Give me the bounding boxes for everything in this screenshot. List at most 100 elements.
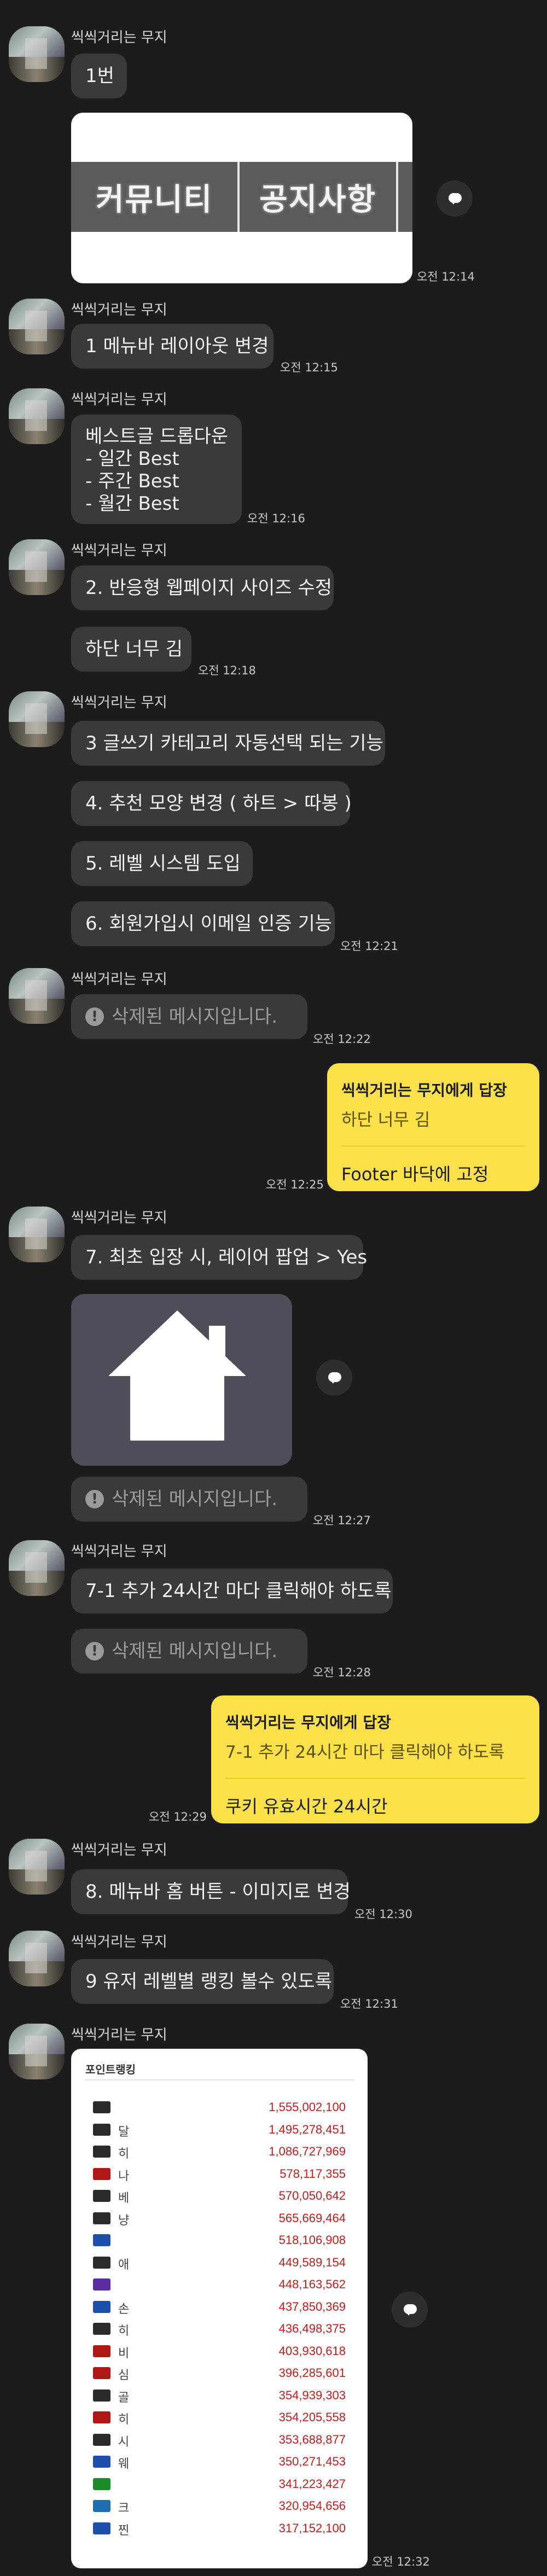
sender-name: 씩씩거리는 무지 [71, 2027, 167, 2043]
message-bubble[interactable]: 하단 너무 김 [71, 627, 191, 672]
message-bubble[interactable]: 4. 추천 모양 변경 ( 하트 > 따봉 ) [71, 781, 352, 826]
ranking-points: 570,050,642 [278, 2189, 346, 2202]
ranking-row: 나 578,117,355 [93, 2164, 346, 2184]
ranking-row: 골 354,939,303 [93, 2385, 346, 2406]
ranking-row: 냥 565,669,464 [93, 2208, 346, 2229]
ranking-divider [84, 2079, 354, 2080]
ranking-points: 1,495,278,451 [269, 2122, 346, 2136]
timestamp: 오전 12:29 [149, 1810, 207, 1823]
ranking-points: 350,271,453 [278, 2455, 346, 2468]
image-message[interactable]: 커뮤니티 공지사항 [71, 113, 412, 283]
sender-name: 씩씩거리는 무지 [71, 1842, 167, 1858]
avatar[interactable] [9, 2024, 65, 2079]
menu-screenshot: 커뮤니티 공지사항 [71, 162, 412, 232]
message-bubble[interactable]: 3 글쓰기 카테고리 자동선택 되는 기능 [71, 721, 385, 766]
alert-icon: ! [85, 1642, 104, 1660]
message-bubble[interactable]: 1 메뉴바 레이아웃 변경 [71, 324, 274, 369]
reply-quote: 하단 너무 김 [341, 1110, 430, 1130]
menu-item-notice: 공지사항 [240, 162, 399, 232]
ranking-points: 578,117,355 [280, 2166, 346, 2181]
ranking-image-message[interactable]: 포인트랭킹 1,555,002,100 달 1,495,278,451 히 1,086,… [71, 2049, 368, 2568]
message-text: 9 유저 레벨별 랭킹 볼수 있도록 [85, 1970, 333, 1992]
avatar[interactable] [9, 1839, 65, 1895]
ranking-row: 심 396,285,601 [93, 2363, 346, 2383]
message-bubble[interactable]: 7-1 추가 24시간 마다 클릭해야 하도록 [71, 1569, 393, 1613]
image-message[interactable] [71, 1294, 292, 1466]
deleted-text: 삭제된 메시지입니다. [112, 1005, 278, 1028]
message-text: 3 글쓰기 카테고리 자동선택 되는 기능 [85, 732, 383, 754]
sender-name: 씩씩거리는 무지 [71, 1543, 167, 1560]
home-icon [108, 1310, 246, 1441]
ranking-user-name: 히 [118, 2147, 130, 2161]
ranking-row: 448,163,562 [93, 2274, 346, 2295]
ranking-user-name: 베 [118, 2192, 130, 2205]
deleted-message[interactable]: ! 삭제된 메시지입니다. [71, 1629, 307, 1674]
message-text: 8. 메뉴바 홈 버튼 - 이미지로 변경 [85, 1880, 351, 1903]
ranking-user-name: 손 [118, 2302, 130, 2316]
ranking-user-name: 찐 [118, 2523, 130, 2538]
reply-header: 씩씩거리는 무지에게 답장 [225, 1714, 391, 1732]
sender-name: 씩씩거리는 무지 [71, 1210, 167, 1226]
avatar[interactable] [9, 1540, 65, 1596]
reply-bubble[interactable]: 씩씩거리는 무지에게 답장 7-1 추가 24시간 마다 클릭해야 하도록 쿠키… [211, 1695, 539, 1823]
message-bubble[interactable]: 베스트글 드롭다운 - 일간 Best - 주간 Best - 월간 Best [71, 415, 242, 524]
ranking-row: 히 354,205,558 [93, 2407, 346, 2428]
ranking-user-name: 애 [118, 2258, 130, 2272]
avatar[interactable] [9, 388, 65, 444]
avatar[interactable] [9, 1931, 65, 1986]
deleted-message[interactable]: ! 삭제된 메시지입니다. [71, 994, 307, 1039]
ranking-row: 손 437,850,369 [93, 2297, 346, 2317]
ranking-points: 341,223,427 [278, 2476, 346, 2491]
message-bubble[interactable]: 8. 메뉴바 홈 버튼 - 이미지로 변경 [71, 1869, 351, 1914]
level-badge-icon [93, 2522, 110, 2534]
ranking-points: 518,106,908 [278, 2233, 346, 2247]
ranking-user-name: 달 [118, 2125, 130, 2139]
sender-name: 씩씩거리는 무지 [71, 302, 167, 318]
share-button[interactable] [316, 1360, 352, 1396]
message-bubble[interactable]: 6. 회원가입시 이메일 인증 기능 [71, 901, 335, 946]
message-text: 1 메뉴바 레이아웃 변경 [85, 335, 269, 357]
level-badge-icon [93, 2278, 110, 2291]
avatar[interactable] [9, 539, 65, 595]
ranking-user-name: 나 [118, 2169, 130, 2183]
avatar[interactable] [9, 26, 65, 82]
avatar[interactable] [9, 691, 65, 747]
menu-item-partial [398, 162, 412, 232]
message-line: - 주간 Best [85, 470, 179, 492]
avatar[interactable] [9, 968, 65, 1024]
ranking-row: 1,555,002,100 [93, 2097, 346, 2118]
ranking-user-name: 비 [118, 2346, 130, 2361]
ranking-points: 353,688,877 [278, 2432, 346, 2446]
avatar[interactable] [9, 299, 65, 354]
alert-icon: ! [85, 1490, 104, 1508]
ranking-row: 시 353,688,877 [93, 2429, 346, 2450]
reply-bubble[interactable]: 씩씩거리는 무지에게 답장 하단 너무 김 Footer 바닥에 고정 [327, 1063, 539, 1191]
reply-text: Footer 바닥에 고정 [341, 1164, 489, 1185]
message-text: 7. 최초 입장 시, 레이어 팝업 > Yes [85, 1246, 368, 1268]
message-text: 7-1 추가 24시간 마다 클릭해야 하도록 [85, 1580, 392, 1602]
message-bubble[interactable]: 5. 레벨 시스템 도입 [71, 841, 253, 886]
ranking-user-name: 히 [118, 2413, 130, 2427]
ranking-points: 436,498,375 [278, 2322, 346, 2335]
ranking-user-name: 냥 [118, 2213, 130, 2228]
avatar[interactable] [9, 1207, 65, 1262]
message-line: - 일간 Best [85, 448, 179, 470]
share-button[interactable] [437, 180, 473, 217]
share-button[interactable] [392, 2292, 428, 2328]
ranking-points: 354,205,558 [278, 2410, 346, 2424]
ranking-row: 베 570,050,642 [93, 2185, 346, 2206]
level-badge-icon [93, 2212, 110, 2224]
deleted-message[interactable]: ! 삭제된 메시지입니다. [71, 1477, 307, 1522]
sender-name: 씩씩거리는 무지 [71, 30, 167, 46]
message-text: 4. 추천 모양 변경 ( 하트 > 따봉 ) [85, 792, 352, 814]
timestamp: 오전 12:22 [313, 1033, 371, 1046]
message-bubble[interactable]: 7. 최초 입장 시, 레이어 팝업 > Yes [71, 1235, 367, 1280]
level-badge-icon [93, 2478, 110, 2490]
message-bubble[interactable]: 1번 [71, 54, 127, 98]
ranking-row: 히 1,086,727,969 [93, 2141, 346, 2162]
level-badge-icon [93, 2456, 110, 2468]
message-bubble[interactable]: 9 유저 레벨별 랭킹 볼수 있도록 [71, 1959, 334, 2004]
message-text: 1번 [85, 65, 114, 87]
message-bubble[interactable]: 2. 반응형 웹페이지 사이즈 수정 [71, 566, 334, 610]
timestamp: 오전 12:16 [247, 512, 305, 525]
